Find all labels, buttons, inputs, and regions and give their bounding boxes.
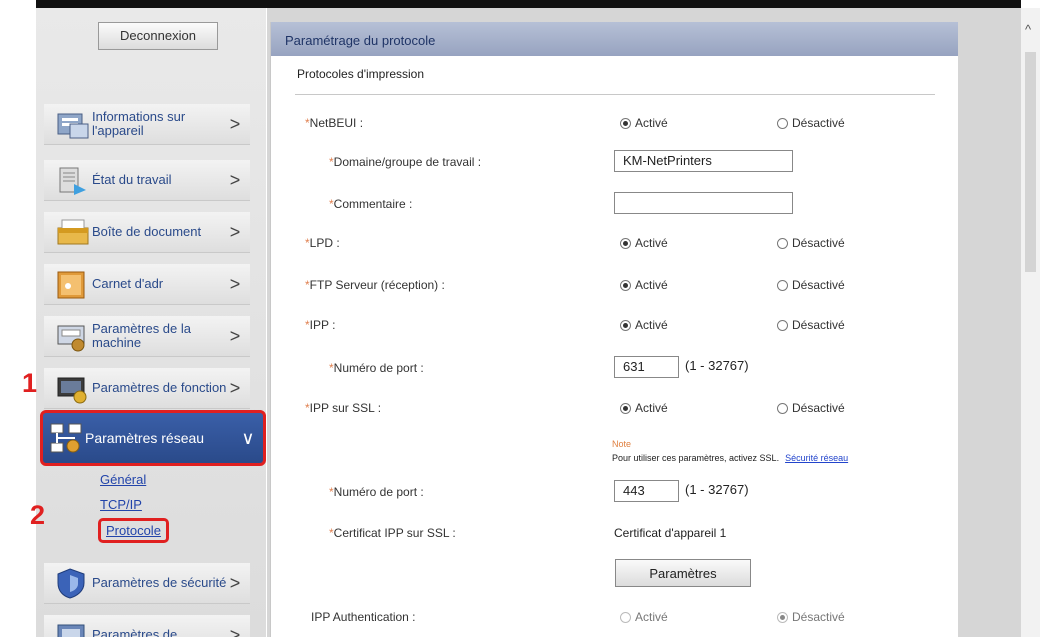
sidebar-item-function-settings[interactable]: Paramètres de fonction >	[44, 368, 250, 409]
note-label: Note	[612, 439, 632, 449]
section-divider	[295, 94, 935, 95]
ipp-auth-on-radio[interactable]: Activé	[620, 610, 668, 624]
subnav-general[interactable]: Général	[100, 472, 146, 487]
scroll-up-arrow-icon[interactable]: ^	[1025, 22, 1031, 37]
chevron-right-icon: >	[229, 221, 241, 242]
note-text: Pour utiliser ces paramètres, activez SS…	[612, 453, 849, 463]
section-title: Protocoles d'impression	[297, 67, 425, 81]
vertical-scrollbar[interactable]: ^	[1021, 8, 1040, 637]
sidebar-item-label: Paramètres réseau	[85, 430, 205, 446]
sidebar-item-job-status[interactable]: État du travail >	[44, 160, 250, 201]
management-settings-icon	[56, 619, 90, 637]
top-bar	[36, 0, 1021, 8]
step-marker-2: 2	[30, 500, 46, 530]
comment-label: *Commentaire :	[329, 197, 413, 211]
sidebar-item-label: Paramètres de fonction	[92, 380, 227, 395]
device-info-icon	[56, 108, 90, 140]
workgroup-label: *Domaine/groupe de travail :	[329, 155, 482, 169]
panel-title: Paramétrage du protocole	[271, 22, 958, 56]
ipp-auth-off-radio[interactable]: Désactivé	[777, 610, 845, 624]
scrollbar-thumb[interactable]	[1025, 52, 1036, 272]
shield-icon	[56, 567, 90, 599]
sidebar-item-label: Paramètres de la machine	[92, 321, 191, 350]
chevron-right-icon: >	[229, 377, 241, 398]
ssl-cert-value: Certificat d'appareil 1	[614, 526, 727, 540]
lpd-on-radio[interactable]: Activé	[620, 236, 668, 250]
workgroup-input[interactable]: KM-NetPrinters	[614, 150, 793, 172]
document-box-icon	[56, 216, 90, 248]
sidebar-item-network-settings[interactable]: Paramètres réseau ∨	[40, 410, 266, 466]
ssl-port-range: (1 - 32767)	[685, 482, 749, 497]
ftp-off-radio[interactable]: Désactivé	[777, 278, 845, 292]
ftp-label: *FTP Serveur (réception) :	[305, 278, 445, 292]
sidebar: Deconnexion Informations sur l'appareil …	[36, 8, 266, 637]
step-marker-1: 1	[22, 368, 38, 398]
ipp-label: *IPP :	[305, 318, 336, 332]
ipp-port-label: *Numéro de port :	[329, 361, 424, 375]
sidebar-item-label: Informations sur l'appareil	[92, 109, 186, 138]
ipp-ssl-label: *IPP sur SSL :	[305, 401, 382, 415]
function-settings-icon	[56, 372, 90, 404]
ipp-auth-label: IPP Authentication :	[311, 610, 416, 624]
ipp-port-input[interactable]: 631	[614, 356, 679, 378]
subnav-protocol[interactable]: Protocole	[98, 518, 169, 543]
sidebar-item-device-info[interactable]: Informations sur l'appareil >	[44, 104, 250, 145]
ssl-port-input[interactable]: 443	[614, 480, 679, 502]
chevron-right-icon: >	[229, 624, 241, 637]
netbeui-off-radio[interactable]: Désactivé	[777, 116, 845, 130]
sidebar-item-management-settings[interactable]: Paramètres de >	[44, 615, 250, 637]
settings-button[interactable]: Paramètres	[615, 559, 751, 587]
chevron-right-icon: >	[229, 169, 241, 190]
network-security-link[interactable]: Sécurité réseau	[785, 453, 848, 463]
machine-settings-icon	[56, 320, 90, 352]
ipp-off-radio[interactable]: Désactivé	[777, 318, 845, 332]
lpd-label: *LPD :	[305, 236, 340, 250]
sidebar-item-label: Carnet d'adr	[92, 276, 164, 291]
ssl-cert-label: *Certificat IPP sur SSL :	[329, 526, 456, 540]
address-book-icon	[56, 268, 90, 300]
chevron-right-icon: >	[229, 325, 241, 346]
sidebar-item-label: Boîte de document	[92, 224, 202, 239]
sidebar-item-machine-settings[interactable]: Paramètres de la machine >	[44, 316, 250, 357]
sidebar-item-label: État du travail	[92, 172, 172, 187]
sidebar-item-label: Paramètres de sécurité	[92, 575, 227, 590]
netbeui-on-radio[interactable]: Activé	[620, 116, 668, 130]
netbeui-label: *NetBEUI :	[305, 116, 364, 130]
sidebar-item-security-settings[interactable]: Paramètres de sécurité >	[44, 563, 250, 604]
network-settings-icon	[49, 422, 83, 454]
lpd-off-radio[interactable]: Désactivé	[777, 236, 845, 250]
chevron-right-icon: >	[229, 572, 241, 593]
protocol-settings-panel: Paramétrage du protocole Protocoles d'im…	[270, 22, 958, 637]
sidebar-item-document-box[interactable]: Boîte de document >	[44, 212, 250, 253]
ipp-ssl-off-radio[interactable]: Désactivé	[777, 401, 845, 415]
chevron-down-icon: ∨	[241, 427, 255, 448]
chevron-right-icon: >	[229, 273, 241, 294]
ipp-ssl-on-radio[interactable]: Activé	[620, 401, 668, 415]
browser-viewport: Deconnexion Informations sur l'appareil …	[0, 0, 1040, 637]
ipp-on-radio[interactable]: Activé	[620, 318, 668, 332]
subnav-tcpip[interactable]: TCP/IP	[100, 497, 142, 512]
comment-input[interactable]	[614, 192, 793, 214]
ipp-port-range: (1 - 32767)	[685, 358, 749, 373]
logout-button[interactable]: Deconnexion	[98, 22, 218, 50]
ssl-port-label: *Numéro de port :	[329, 485, 424, 499]
sidebar-item-label: Paramètres de	[92, 627, 178, 637]
ftp-on-radio[interactable]: Activé	[620, 278, 668, 292]
job-status-icon	[56, 164, 90, 196]
chevron-right-icon: >	[229, 113, 241, 134]
sidebar-item-address-book[interactable]: Carnet d'adr >	[44, 264, 250, 305]
